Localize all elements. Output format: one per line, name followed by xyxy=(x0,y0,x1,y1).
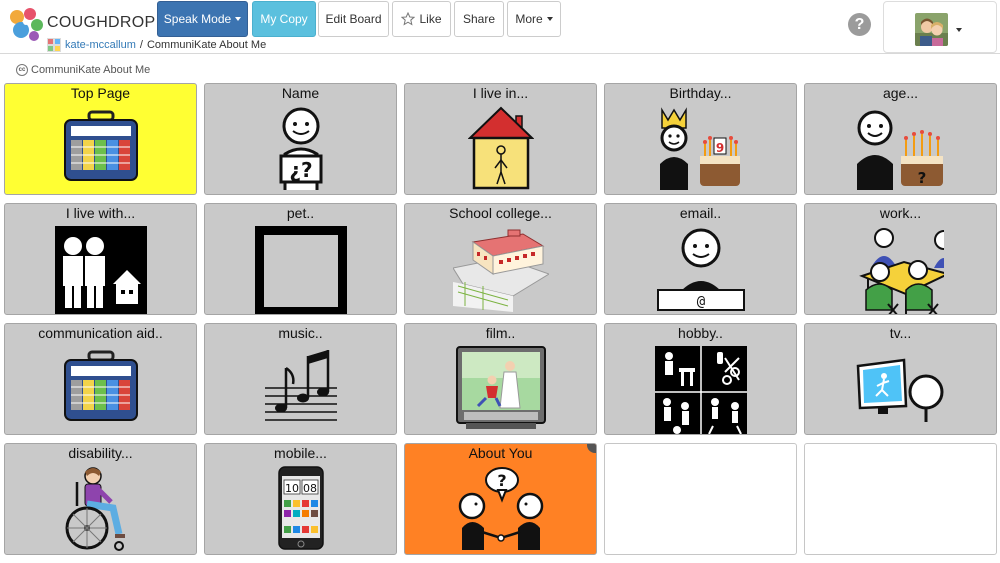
svg-text:?: ? xyxy=(497,471,506,490)
board-button-work[interactable]: work... xyxy=(804,203,997,315)
board-button-empty[interactable] xyxy=(604,443,797,555)
like-label: Like xyxy=(419,12,442,26)
board-button-about-you[interactable]: About You ? xyxy=(404,443,597,555)
email-placeholder: ___@___ xyxy=(671,294,731,310)
breadcrumb: kate-mccallum / CommuniKate About Me xyxy=(47,38,266,52)
button-label: communication aid.. xyxy=(38,325,163,341)
phone-minutes: 08 xyxy=(303,482,317,495)
breadcrumb-board-name: CommuniKate About Me xyxy=(146,39,267,51)
button-label: mobile... xyxy=(274,445,327,461)
board-button-email[interactable]: email.. ___@___ xyxy=(604,203,797,315)
board-button-pet[interactable]: pet.. xyxy=(204,203,397,315)
button-label: hobby.. xyxy=(678,325,723,341)
button-label: I live with... xyxy=(65,205,136,221)
app-root: COUGHDROP kate-mccallum / CommuniKate Ab… xyxy=(0,0,1000,563)
speak-mode-label: Speak Mode xyxy=(163,12,232,26)
board-button-mobile[interactable]: mobile... 10 08 xyxy=(204,443,397,555)
button-label: Name xyxy=(281,85,320,101)
birthday-king-cake-icon: 9 xyxy=(659,107,740,190)
work-meeting-icon xyxy=(858,228,944,314)
board-button-school-college[interactable]: School college... xyxy=(404,203,597,315)
more-button[interactable]: More xyxy=(507,1,561,37)
brand-name[interactable]: COUGHDROP xyxy=(47,14,155,32)
user-menu-button[interactable] xyxy=(883,1,997,53)
breadcrumb-separator: / xyxy=(139,39,143,51)
communication-device-icon xyxy=(63,110,138,181)
board-button-disability[interactable]: disability... xyxy=(4,443,197,555)
svg-text:?: ? xyxy=(917,169,926,187)
board-title: CommuniKate About Me xyxy=(31,64,151,76)
tv-watching-icon xyxy=(856,358,943,422)
svg-text:9: 9 xyxy=(715,141,723,155)
button-label: disability... xyxy=(68,445,133,461)
svg-text:¿?: ¿? xyxy=(289,158,312,182)
coughdrop-logo[interactable] xyxy=(8,6,46,44)
wheelchair-icon xyxy=(65,467,125,551)
button-label: age... xyxy=(882,85,919,101)
hobby-grid-icon xyxy=(654,346,747,434)
avatar xyxy=(915,13,948,46)
two-people-talking-icon: ? xyxy=(458,467,543,550)
more-label: More xyxy=(515,12,543,26)
board-title-row: cc CommuniKate About Me xyxy=(16,64,150,76)
board-button-name[interactable]: Name ¿? xyxy=(204,83,397,195)
button-label: Birthday... xyxy=(669,85,732,101)
creative-commons-icon: cc xyxy=(16,64,28,76)
help-icon[interactable]: ? xyxy=(848,13,871,36)
board-button-birthday[interactable]: Birthday... 9 xyxy=(604,83,797,195)
button-label: School college... xyxy=(449,205,552,221)
header: COUGHDROP kate-mccallum / CommuniKate Ab… xyxy=(0,0,1000,54)
star-icon xyxy=(401,12,416,26)
button-label: music.. xyxy=(278,325,323,341)
my-copy-label: My Copy xyxy=(260,12,308,26)
family-house-icon xyxy=(54,226,147,314)
mobile-phone-icon: 10 08 xyxy=(277,466,324,550)
film-tv-icon xyxy=(455,346,546,429)
button-label: I live in... xyxy=(472,85,529,101)
button-label: tv... xyxy=(889,325,912,341)
music-notes-icon xyxy=(264,350,337,421)
my-copy-button[interactable]: My Copy xyxy=(252,1,316,37)
speak-mode-button[interactable]: Speak Mode xyxy=(157,1,248,37)
chevron-down-icon xyxy=(235,17,242,21)
button-label: pet.. xyxy=(286,205,315,221)
edit-board-button[interactable]: Edit Board xyxy=(318,1,389,37)
board-button-communication-aid[interactable]: communication aid.. xyxy=(4,323,197,435)
person-email-icon: ___@___ xyxy=(656,228,745,311)
board-button-hobby[interactable]: hobby.. xyxy=(604,323,797,435)
share-button[interactable]: Share xyxy=(454,1,504,37)
button-label: film.. xyxy=(485,325,516,341)
board-button-music[interactable]: music.. xyxy=(204,323,397,435)
board-button-age[interactable]: age... ? xyxy=(804,83,997,195)
empty-frame-icon xyxy=(254,226,347,314)
board-button-film[interactable]: film.. xyxy=(404,323,597,435)
breadcrumb-user-link[interactable]: kate-mccallum xyxy=(65,39,136,51)
communication-device-icon xyxy=(63,350,138,421)
button-label: email.. xyxy=(679,205,722,221)
like-button[interactable]: Like xyxy=(392,1,451,37)
house-icon xyxy=(467,106,534,190)
person-question-icon: ¿? xyxy=(279,107,322,190)
school-building-icon xyxy=(452,229,549,312)
board-button-empty[interactable] xyxy=(804,443,997,555)
share-label: Share xyxy=(462,12,496,26)
board-button-i-live-in[interactable]: I live in... xyxy=(404,83,597,195)
chevron-down-icon xyxy=(546,17,553,21)
board-thumbnail-icon xyxy=(47,38,61,52)
button-label: Top Page xyxy=(70,85,131,101)
button-label: work... xyxy=(879,205,922,221)
board-button-i-live-with[interactable]: I live with... xyxy=(4,203,197,315)
phone-hours: 10 xyxy=(285,482,299,495)
button-label: About You xyxy=(468,445,533,461)
chevron-down-icon xyxy=(956,28,962,32)
board-button-top-page[interactable]: Top Page xyxy=(4,83,197,195)
age-cake-icon: ? xyxy=(856,110,943,190)
board-button-tv[interactable]: tv... xyxy=(804,323,997,435)
edit-board-label: Edit Board xyxy=(325,12,382,26)
